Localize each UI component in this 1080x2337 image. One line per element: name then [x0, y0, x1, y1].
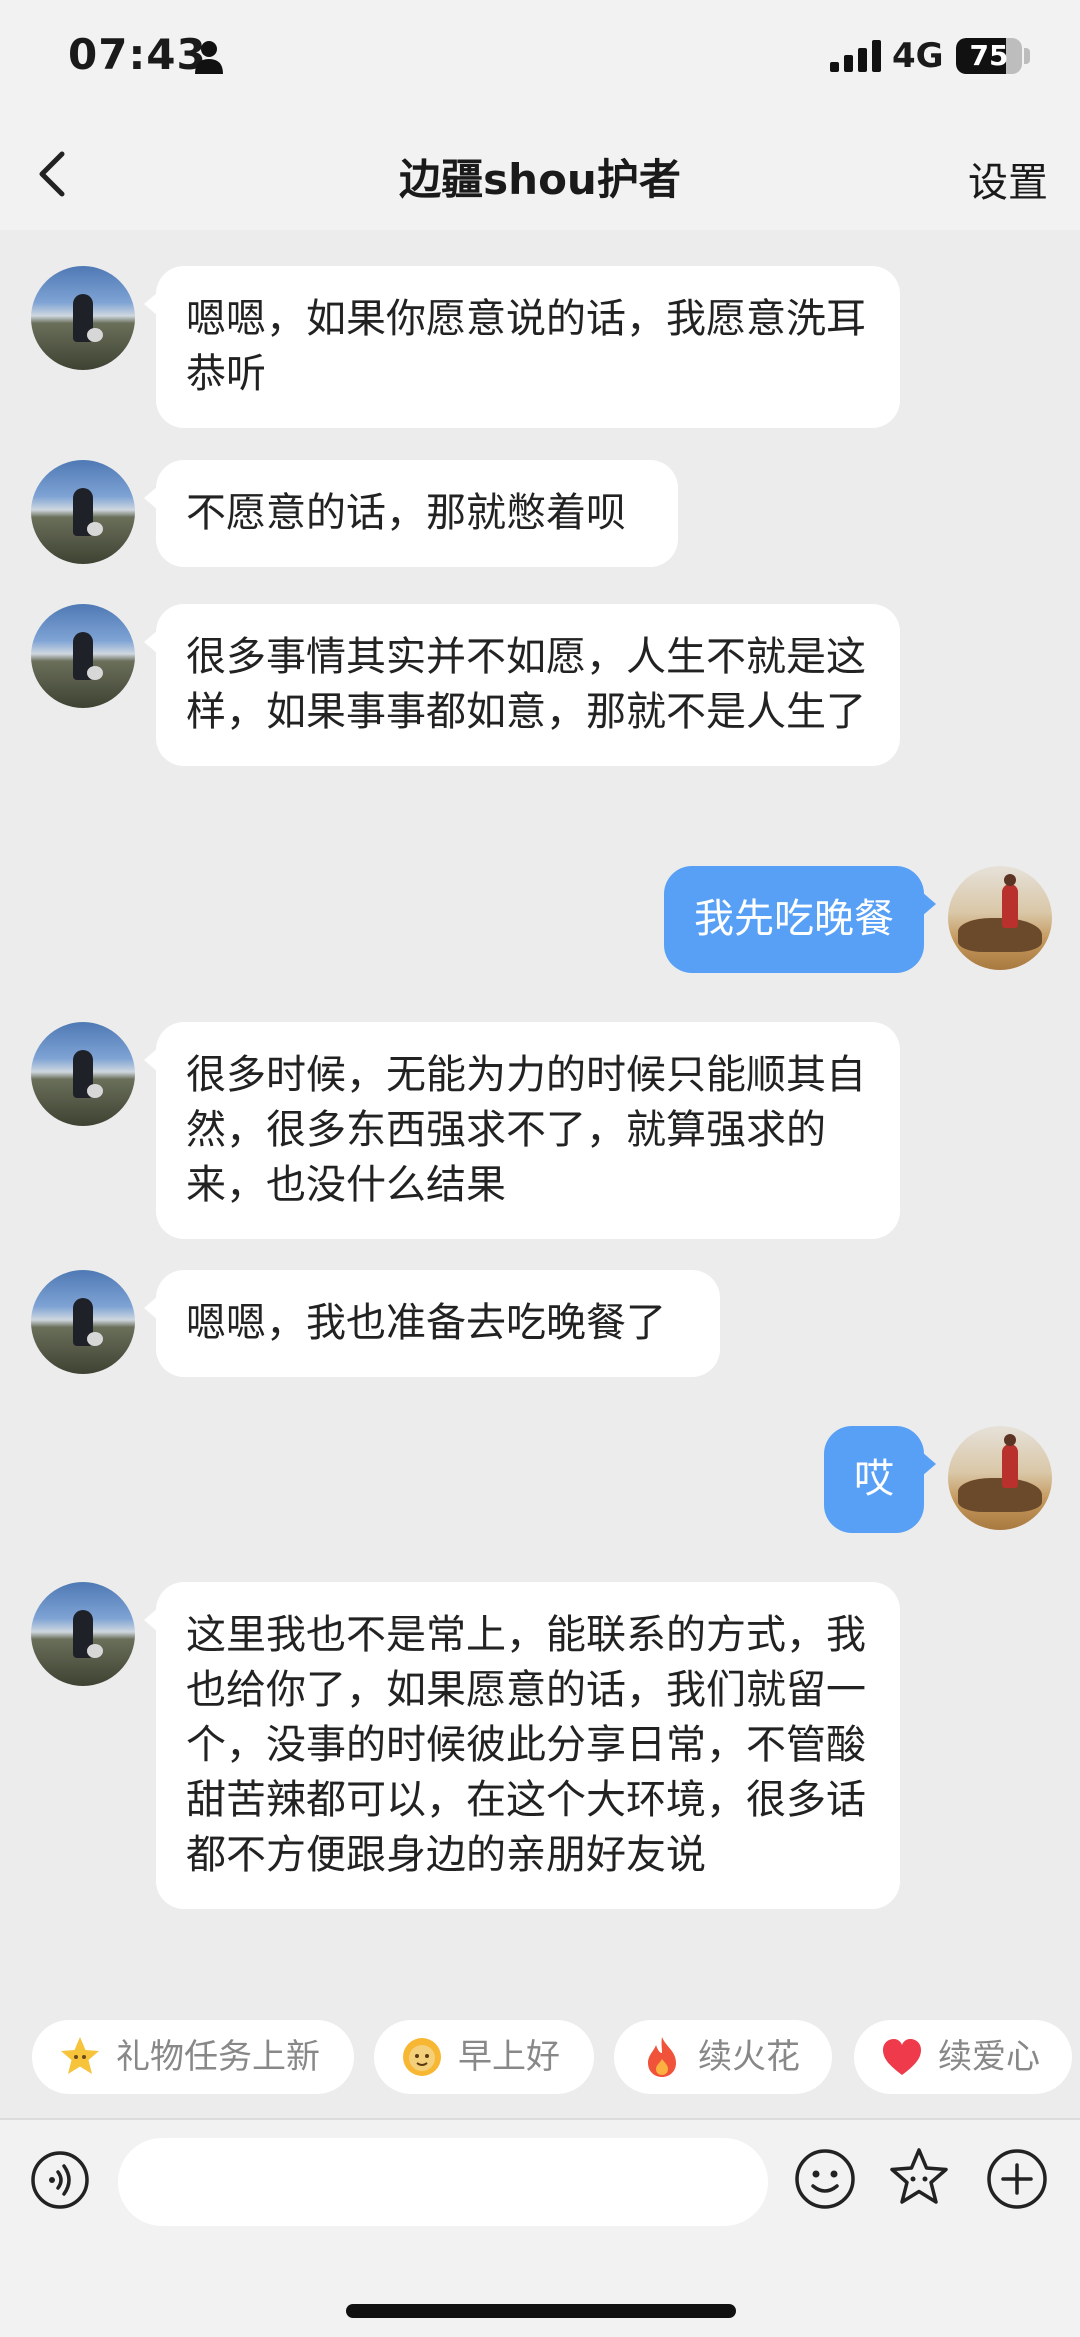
settings-button[interactable]: 设置 — [968, 150, 1048, 208]
incoming-message[interactable]: 很多事情其实并不如愿，人生不就是这样，如果事事都如意，那就不是人生了 — [144, 604, 900, 766]
voice-icon[interactable] — [30, 2150, 90, 2210]
incoming-message[interactable]: 这里我也不是常上，能联系的方式，我也给你了，如果愿意的话，我们就留一个，没事的时… — [144, 1582, 900, 1909]
emoji-icon[interactable] — [794, 2148, 856, 2210]
input-bar — [0, 2118, 1080, 2337]
contact-avatar[interactable] — [31, 1022, 135, 1126]
chip-fire[interactable]: 续火花 — [614, 2020, 832, 2094]
battery-percent: 75 — [969, 39, 1009, 72]
status-bar: 07:43 4G 75 — [0, 0, 1080, 118]
incoming-message[interactable]: 嗯嗯，如果你愿意说的话，我愿意洗耳恭听 — [144, 266, 900, 428]
person-icon — [195, 41, 223, 74]
status-time: 07:43 — [68, 30, 207, 79]
network-type: 4G — [892, 36, 944, 76]
battery-icon: 75 — [956, 38, 1022, 74]
chip-label: 续爱心 — [938, 2037, 1040, 2077]
signal-icon — [830, 40, 881, 72]
chip-love[interactable]: 续爱心 — [854, 2020, 1072, 2094]
chat-header: 边疆shou护者 设置 — [0, 118, 1080, 230]
contact-avatar[interactable] — [31, 1582, 135, 1686]
chip-label: 礼物任务上新 — [116, 2037, 320, 2077]
outgoing-message[interactable]: 哎 — [824, 1426, 936, 1533]
my-avatar[interactable] — [948, 866, 1052, 970]
battery-tip — [1024, 48, 1030, 64]
quick-action-bar: 礼物任务上新 早上好 续火花 续爱心 — [0, 2020, 1080, 2100]
fire-icon — [648, 2037, 676, 2077]
sun-face-icon — [403, 2038, 441, 2076]
chip-label: 续火花 — [698, 2037, 800, 2077]
message-list[interactable]: 嗯嗯，如果你愿意说的话，我愿意洗耳恭听 不愿意的话，那就憋着呗 很多事情其实并不… — [0, 230, 1080, 2020]
divider — [0, 2118, 1080, 2120]
chip-gift-task[interactable]: 礼物任务上新 — [32, 2020, 354, 2094]
outgoing-message[interactable]: 我先吃晚餐 — [664, 866, 936, 973]
contact-avatar[interactable] — [31, 266, 135, 370]
home-indicator[interactable] — [346, 2304, 736, 2318]
star-face-icon — [61, 2037, 99, 2074]
contact-avatar[interactable] — [31, 604, 135, 708]
chat-title: 边疆shou护者 — [399, 155, 681, 204]
incoming-message[interactable]: 很多时候，无能为力的时候只能顺其自然，很多东西强求不了，就算强求的来，也没什么结… — [144, 1022, 900, 1239]
plus-icon[interactable] — [986, 2148, 1048, 2210]
heart-icon — [883, 2039, 921, 2075]
contact-avatar[interactable] — [31, 1270, 135, 1374]
incoming-message[interactable]: 嗯嗯，我也准备去吃晚餐了 — [144, 1270, 720, 1377]
chip-label: 早上好 — [458, 2037, 560, 2077]
incoming-message[interactable]: 不愿意的话，那就憋着呗 — [144, 460, 678, 567]
chip-good-morning[interactable]: 早上好 — [374, 2020, 594, 2094]
star-face-icon[interactable] — [886, 2146, 952, 2212]
message-input[interactable] — [118, 2138, 768, 2226]
my-avatar[interactable] — [948, 1426, 1052, 1530]
contact-avatar[interactable] — [31, 460, 135, 564]
